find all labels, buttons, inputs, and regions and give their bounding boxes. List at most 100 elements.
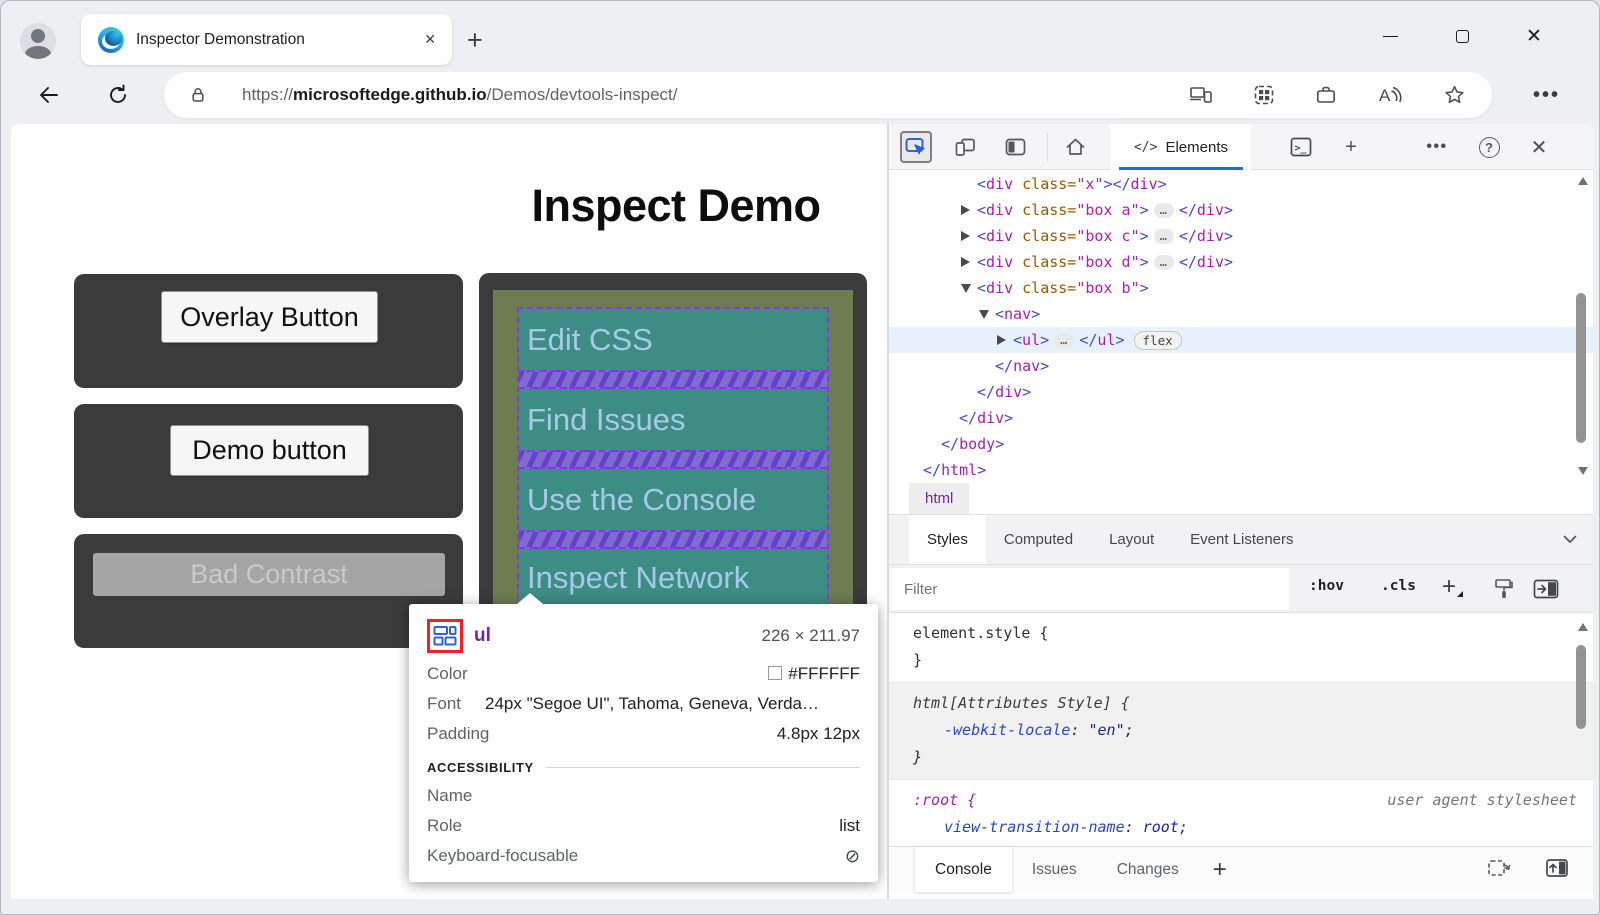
scroll-down-icon[interactable]: [1578, 467, 1588, 475]
window-maximize-button[interactable]: [1447, 25, 1477, 47]
split-screen-icon[interactable]: [1253, 84, 1275, 106]
browser-tab[interactable]: Inspector Demonstration ✕: [81, 14, 452, 65]
dom-tree-row[interactable]: </nav>: [889, 353, 1593, 379]
profile-avatar[interactable]: [20, 23, 56, 59]
tab-event-listeners[interactable]: Event Listeners: [1172, 515, 1311, 564]
chevron-down-icon[interactable]: [1563, 535, 1577, 544]
devtools-more-icon[interactable]: •••: [1421, 131, 1453, 163]
highlighted-nav-list: Edit CSS Find Issues Use the Console Inspec…: [517, 307, 829, 609]
dom-tree-row[interactable]: <div class="box c">…</div>: [889, 223, 1593, 249]
back-button[interactable]: [37, 83, 61, 107]
dom-tree-scrollbar[interactable]: [1573, 171, 1591, 483]
url-text[interactable]: https://microsoftedge.github.io/Demos/de…: [242, 85, 1189, 105]
devtools-close-icon[interactable]: ✕: [1523, 131, 1555, 163]
dom-tree-row[interactable]: <nav>: [889, 301, 1593, 327]
scroll-thumb[interactable]: [1576, 645, 1586, 729]
color-swatch: [768, 666, 782, 680]
new-tab-button[interactable]: +: [467, 25, 483, 56]
browser-window: Inspector Demonstration ✕ + ✕ https://mi…: [0, 0, 1600, 915]
bad-contrast-button[interactable]: Bad Contrast: [93, 553, 445, 596]
styles-rules-pane[interactable]: element.style {}html[Attributes Style] {…: [889, 613, 1593, 846]
box-a: Overlay Button: [74, 274, 463, 388]
send-to-devices-icon[interactable]: [1189, 84, 1213, 106]
tab-elements[interactable]: </> Elements: [1111, 124, 1251, 170]
devtools-add-tab-button[interactable]: +: [1335, 131, 1367, 163]
expander-closed-icon[interactable]: [961, 231, 970, 241]
edge-favicon-icon: [98, 27, 124, 53]
window-minimize-button[interactable]: [1375, 25, 1405, 47]
dom-tree-row[interactable]: </html>: [889, 457, 1593, 483]
devtools-toolbar: </> Elements >_ + ••• ? ✕: [889, 124, 1593, 170]
avatar-head: [31, 29, 45, 43]
inspect-element-tool-button[interactable]: [900, 131, 932, 163]
collapsed-children-icon[interactable]: …: [1154, 229, 1174, 244]
expander-closed-icon[interactable]: [961, 205, 970, 215]
drawer-tab-issues[interactable]: Issues: [1012, 847, 1097, 892]
drawer-add-tab-button[interactable]: +: [1213, 847, 1227, 892]
expander-closed-icon[interactable]: [997, 335, 1006, 345]
expander-closed-icon[interactable]: [961, 257, 970, 267]
window-close-button[interactable]: ✕: [1519, 25, 1549, 47]
collapsed-children-icon[interactable]: …: [1054, 333, 1074, 348]
nav-link[interactable]: Use the Console: [519, 469, 827, 530]
toggle-class-button[interactable]: .cls: [1381, 578, 1416, 594]
browser-settings-menu-icon[interactable]: •••: [1533, 84, 1560, 107]
drawer-tab-console[interactable]: Console: [915, 847, 1012, 892]
styles-filter-input[interactable]: [891, 568, 1289, 610]
drawer-tab-changes[interactable]: Changes: [1097, 847, 1199, 892]
dom-tree-row[interactable]: <ul>…</ul>flex: [889, 327, 1593, 353]
expander-open-icon[interactable]: [979, 310, 989, 319]
dom-tree-row[interactable]: <div class="box a">…</div>: [889, 197, 1593, 223]
expand-drawer-icon[interactable]: [1545, 857, 1569, 879]
url-host: microsoftedge.github.io: [293, 85, 487, 104]
collapsed-children-icon[interactable]: …: [1154, 203, 1174, 218]
tab-layout[interactable]: Layout: [1091, 515, 1172, 564]
computed-sidebar-toggle-icon[interactable]: [1533, 579, 1559, 599]
tab-close-icon[interactable]: ✕: [424, 31, 436, 48]
refresh-button[interactable]: [106, 83, 130, 107]
breadcrumb-html[interactable]: html: [909, 483, 969, 514]
a11y-role-value: list: [839, 816, 860, 836]
overlay-button[interactable]: Overlay Button: [161, 291, 378, 343]
style-rule[interactable]: html[Attributes Style] {-webkit-locale: …: [889, 683, 1593, 780]
collections-briefcase-icon[interactable]: [1315, 84, 1337, 106]
read-aloud-icon[interactable]: A: [1377, 84, 1403, 106]
expander-open-icon[interactable]: [961, 284, 971, 293]
dom-tree-row[interactable]: </div>: [889, 379, 1593, 405]
dom-tree-row[interactable]: </body>: [889, 431, 1593, 457]
flex-badge[interactable]: flex: [1134, 331, 1182, 350]
padding-value: 4.8px 12px: [777, 724, 860, 744]
demo-button[interactable]: Demo button: [170, 425, 369, 476]
svg-text:A: A: [1379, 86, 1391, 105]
device-emulation-button[interactable]: [949, 131, 981, 163]
dom-tree-row[interactable]: <div class="box d">…</div>: [889, 249, 1593, 275]
dom-tree-row[interactable]: <div class="x"></div>: [889, 171, 1593, 197]
box-b: Edit CSS Find Issues Use the Console Inspec…: [479, 273, 867, 633]
nav-link[interactable]: Inspect Network: [519, 549, 827, 607]
favorites-star-icon[interactable]: [1443, 84, 1466, 106]
site-permissions-lock-icon[interactable]: [188, 85, 208, 105]
address-bar[interactable]: https://microsoftedge.github.io/Demos/de…: [164, 72, 1492, 118]
nav-link[interactable]: Edit CSS: [519, 309, 827, 370]
console-tool-icon[interactable]: >_: [1285, 131, 1317, 163]
dom-tree-row[interactable]: <div class="box b">: [889, 275, 1593, 301]
scroll-up-icon[interactable]: [1578, 623, 1588, 631]
devtools-home-button[interactable]: [1059, 131, 1091, 163]
dom-tree[interactable]: <div class="x"></div><div class="box a">…: [889, 171, 1593, 483]
new-style-rule-button[interactable]: +: [1442, 573, 1456, 601]
tab-computed[interactable]: Computed: [986, 515, 1091, 564]
devtools-help-icon[interactable]: ?: [1473, 131, 1505, 163]
tab-styles[interactable]: Styles: [909, 515, 986, 564]
dock-side-button[interactable]: [999, 131, 1031, 163]
scroll-up-icon[interactable]: [1578, 177, 1588, 185]
dom-tree-row[interactable]: </div>: [889, 405, 1593, 431]
style-rule[interactable]: :root {user agent stylesheetview-transit…: [889, 780, 1593, 846]
activity-refresh-icon[interactable]: [1487, 857, 1511, 879]
rendering-brush-icon[interactable]: [1493, 578, 1513, 600]
styles-scrollbar[interactable]: [1573, 619, 1591, 839]
collapsed-children-icon[interactable]: …: [1154, 255, 1174, 270]
toggle-hover-state-button[interactable]: :hov: [1309, 578, 1344, 594]
style-rule[interactable]: element.style {}: [889, 613, 1593, 683]
scroll-thumb[interactable]: [1576, 293, 1586, 443]
nav-link[interactable]: Find Issues: [519, 389, 827, 450]
